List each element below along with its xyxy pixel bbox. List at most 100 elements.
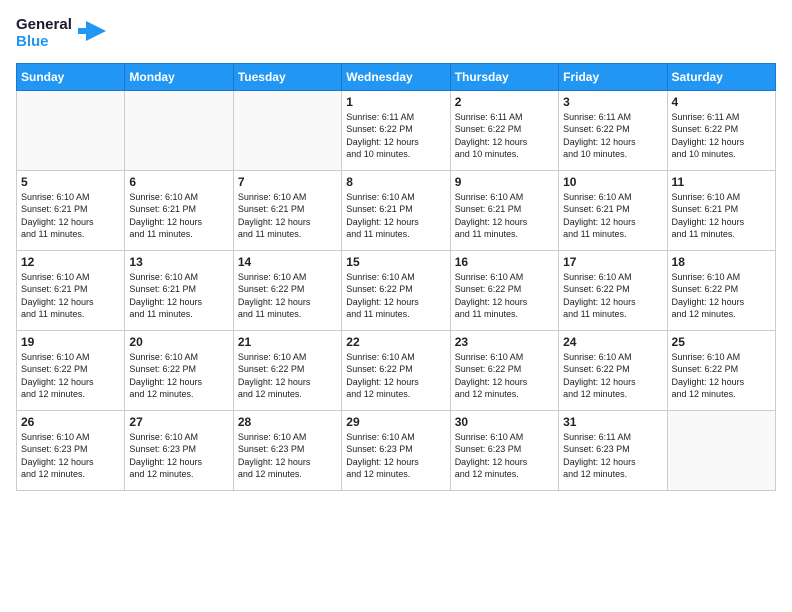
day-number: 24 <box>563 335 662 349</box>
day-info: Sunrise: 6:10 AM Sunset: 6:22 PM Dayligh… <box>672 351 771 401</box>
day-info: Sunrise: 6:10 AM Sunset: 6:21 PM Dayligh… <box>129 191 228 241</box>
day-number: 7 <box>238 175 337 189</box>
day-info: Sunrise: 6:11 AM Sunset: 6:22 PM Dayligh… <box>563 111 662 161</box>
calendar-cell: 9 Sunrise: 6:10 AM Sunset: 6:21 PM Daylig… <box>450 170 558 250</box>
day-number: 4 <box>672 95 771 109</box>
calendar-cell: 17 Sunrise: 6:10 AM Sunset: 6:22 PM Dayli… <box>559 250 667 330</box>
calendar-cell <box>667 410 775 490</box>
calendar-cell: 12 Sunrise: 6:10 AM Sunset: 6:21 PM Dayli… <box>17 250 125 330</box>
column-header-friday: Friday <box>559 63 667 90</box>
calendar-cell: 27 Sunrise: 6:10 AM Sunset: 6:23 PM Dayli… <box>125 410 233 490</box>
day-number: 6 <box>129 175 228 189</box>
calendar-cell: 28Sunrise: 6:10 AM Sunset: 6:23 PM Dayli… <box>233 410 341 490</box>
column-header-saturday: Saturday <box>667 63 775 90</box>
day-info: Sunrise: 6:11 AM Sunset: 6:22 PM Dayligh… <box>672 111 771 161</box>
calendar-cell: 31Sunrise: 6:11 AM Sunset: 6:23 PM Dayli… <box>559 410 667 490</box>
day-number: 17 <box>563 255 662 269</box>
day-info: Sunrise: 6:10 AM Sunset: 6:22 PM Dayligh… <box>563 351 662 401</box>
calendar-cell: 19 Sunrise: 6:10 AM Sunset: 6:22 PM Dayli… <box>17 330 125 410</box>
day-info: Sunrise: 6:10 AM Sunset: 6:22 PM Dayligh… <box>346 351 445 401</box>
calendar-cell: 30Sunrise: 6:10 AM Sunset: 6:23 PM Dayli… <box>450 410 558 490</box>
day-info: Sunrise: 6:10 AM Sunset: 6:21 PM Dayligh… <box>129 271 228 321</box>
calendar-week-row: 26 Sunrise: 6:10 AM Sunset: 6:23 PM Dayli… <box>17 410 776 490</box>
day-number: 19 <box>21 335 120 349</box>
column-header-thursday: Thursday <box>450 63 558 90</box>
day-number: 14 <box>238 255 337 269</box>
day-number: 10 <box>563 175 662 189</box>
calendar-cell: 13 Sunrise: 6:10 AM Sunset: 6:21 PM Dayli… <box>125 250 233 330</box>
calendar-header-row: SundayMondayTuesdayWednesdayThursdayFrid… <box>17 63 776 90</box>
calendar-table: SundayMondayTuesdayWednesdayThursdayFrid… <box>16 63 776 491</box>
day-info: Sunrise: 6:10 AM Sunset: 6:21 PM Dayligh… <box>238 191 337 241</box>
day-number: 20 <box>129 335 228 349</box>
day-number: 29 <box>346 415 445 429</box>
day-info: Sunrise: 6:10 AM Sunset: 6:23 PM Dayligh… <box>455 431 554 481</box>
calendar-cell: 2 Sunrise: 6:11 AM Sunset: 6:22 PM Daylig… <box>450 90 558 170</box>
day-number: 13 <box>129 255 228 269</box>
day-info: Sunrise: 6:10 AM Sunset: 6:21 PM Dayligh… <box>455 191 554 241</box>
calendar-cell: 16 Sunrise: 6:10 AM Sunset: 6:22 PM Dayli… <box>450 250 558 330</box>
column-header-monday: Monday <box>125 63 233 90</box>
day-number: 12 <box>21 255 120 269</box>
calendar-cell: 26 Sunrise: 6:10 AM Sunset: 6:23 PM Dayli… <box>17 410 125 490</box>
day-number: 28 <box>238 415 337 429</box>
day-info: Sunrise: 6:10 AM Sunset: 6:21 PM Dayligh… <box>563 191 662 241</box>
day-number: 21 <box>238 335 337 349</box>
calendar-cell: 5Sunrise: 6:10 AM Sunset: 6:21 PM Daylig… <box>17 170 125 250</box>
calendar-cell: 6 Sunrise: 6:10 AM Sunset: 6:21 PM Daylig… <box>125 170 233 250</box>
day-number: 2 <box>455 95 554 109</box>
calendar-week-row: 5 Sunrise: 6:10 AM Sunset: 6:21 PM Daylig… <box>17 170 776 250</box>
day-number: 23 <box>455 335 554 349</box>
day-info: Sunrise: 6:11 AM Sunset: 6:22 PM Dayligh… <box>346 111 445 161</box>
calendar-week-row: 1 Sunrise: 6:11 AM Sunset: 6:22 PM Daylig… <box>17 90 776 170</box>
calendar-cell: 7 Sunrise: 6:10 AM Sunset: 6:21 PM Daylig… <box>233 170 341 250</box>
calendar-cell: 3 Sunrise: 6:11 AM Sunset: 6:22 PM Daylig… <box>559 90 667 170</box>
day-info: Sunrise: 6:10 AM Sunset: 6:22 PM Dayligh… <box>238 271 337 321</box>
column-header-sunday: Sunday <box>17 63 125 90</box>
day-info: Sunrise: 6:10 AM Sunset: 6:22 PM Dayligh… <box>129 351 228 401</box>
day-number: 1 <box>346 95 445 109</box>
day-info: Sunrise: 6:10 AM Sunset: 6:22 PM Dayligh… <box>21 351 120 401</box>
calendar-week-row: 19 Sunrise: 6:10 AM Sunset: 6:22 PM Dayli… <box>17 330 776 410</box>
day-info: Sunrise: 6:10 AM Sunset: 6:23 PM Dayligh… <box>346 431 445 481</box>
calendar-cell: 10 Sunrise: 6:10 AM Sunset: 6:21 PM Dayli… <box>559 170 667 250</box>
day-info: Sunrise: 6:10 AM Sunset: 6:22 PM Dayligh… <box>672 271 771 321</box>
day-number: 11 <box>672 175 771 189</box>
day-info: Sunrise: 6:10 AM Sunset: 6:21 PM Dayligh… <box>346 191 445 241</box>
logo-arrow-icon <box>78 17 106 50</box>
calendar-cell <box>233 90 341 170</box>
day-info: Sunrise: 6:10 AM Sunset: 6:22 PM Dayligh… <box>455 271 554 321</box>
day-info: Sunrise: 6:10 AM Sunset: 6:21 PM Dayligh… <box>672 191 771 241</box>
calendar-cell: 22 Sunrise: 6:10 AM Sunset: 6:22 PM Dayli… <box>342 330 450 410</box>
day-info: Sunrise: 6:10 AM Sunset: 6:21 PM Dayligh… <box>21 271 120 321</box>
day-number: 25 <box>672 335 771 349</box>
day-info: Sunrise: 6:10 AM Sunset: 6:22 PM Dayligh… <box>455 351 554 401</box>
calendar-cell: 8Sunrise: 6:10 AM Sunset: 6:21 PM Daylig… <box>342 170 450 250</box>
day-number: 18 <box>672 255 771 269</box>
day-info: Sunrise: 6:10 AM Sunset: 6:22 PM Dayligh… <box>346 271 445 321</box>
column-header-wednesday: Wednesday <box>342 63 450 90</box>
day-number: 16 <box>455 255 554 269</box>
day-info: Sunrise: 6:10 AM Sunset: 6:22 PM Dayligh… <box>563 271 662 321</box>
calendar-cell: 29 Sunrise: 6:10 AM Sunset: 6:23 PM Dayli… <box>342 410 450 490</box>
calendar-cell: 23 Sunrise: 6:10 AM Sunset: 6:22 PM Dayli… <box>450 330 558 410</box>
calendar-cell <box>125 90 233 170</box>
day-info: Sunrise: 6:10 AM Sunset: 6:23 PM Dayligh… <box>21 431 120 481</box>
calendar-cell: 15 Sunrise: 6:10 AM Sunset: 6:22 PM Dayli… <box>342 250 450 330</box>
calendar-cell: 24 Sunrise: 6:10 AM Sunset: 6:22 PM Dayli… <box>559 330 667 410</box>
calendar-cell: 11 Sunrise: 6:10 AM Sunset: 6:21 PM Dayli… <box>667 170 775 250</box>
calendar-cell: 20 Sunrise: 6:10 AM Sunset: 6:22 PM Dayli… <box>125 330 233 410</box>
calendar-cell: 14 Sunrise: 6:10 AM Sunset: 6:22 PM Dayli… <box>233 250 341 330</box>
logo-wordmark: General Blue <box>16 16 72 51</box>
day-number: 22 <box>346 335 445 349</box>
day-info: Sunrise: 6:11 AM Sunset: 6:22 PM Dayligh… <box>455 111 554 161</box>
day-number: 26 <box>21 415 120 429</box>
day-number: 5 <box>21 175 120 189</box>
calendar-cell: 1 Sunrise: 6:11 AM Sunset: 6:22 PM Daylig… <box>342 90 450 170</box>
day-number: 27 <box>129 415 228 429</box>
logo: General Blue <box>16 16 106 51</box>
day-number: 3 <box>563 95 662 109</box>
day-number: 15 <box>346 255 445 269</box>
day-number: 9 <box>455 175 554 189</box>
day-info: Sunrise: 6:10 AM Sunset: 6:23 PM Dayligh… <box>129 431 228 481</box>
